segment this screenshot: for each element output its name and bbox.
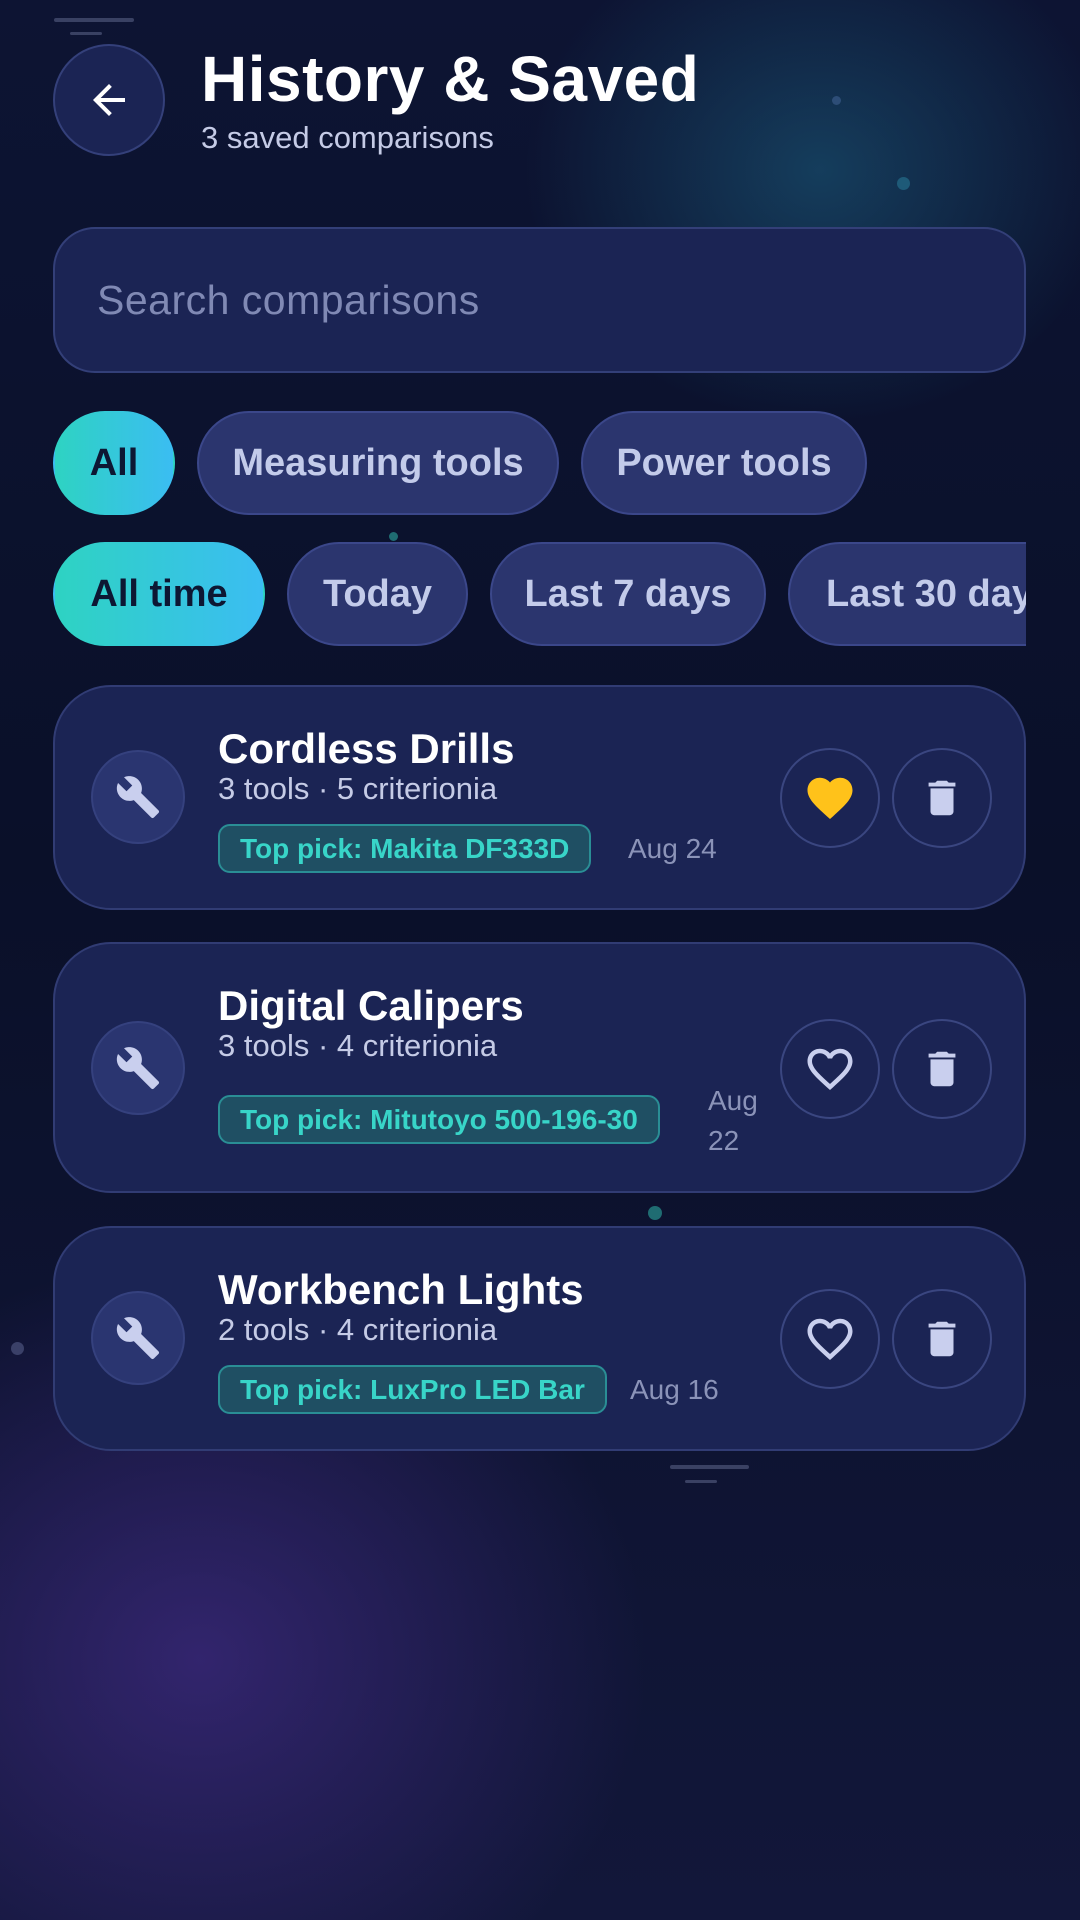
delete-button[interactable] (892, 1289, 992, 1389)
wrench-icon (116, 1047, 160, 1090)
top-pick-badge: Top pick: LuxPro LED Bar (218, 1365, 607, 1414)
card-icon-circle (91, 1021, 185, 1115)
comparison-card[interactable]: Digital Calipers 3 tools · 4 criterionia… (53, 942, 1026, 1193)
search-box (53, 227, 1026, 373)
decor-dot (389, 532, 398, 541)
chip-category-measuring-tools[interactable]: Measuring tools (197, 411, 559, 515)
favorite-button[interactable] (780, 748, 880, 848)
page-title: History & Saved (201, 43, 700, 115)
comparison-card[interactable]: Workbench Lights 2 tools · 4 criterionia… (53, 1226, 1026, 1451)
card-date: Aug 24 (628, 833, 717, 864)
search-input[interactable] (55, 229, 1024, 371)
card-meta: 3 tools · 5 criterionia (218, 771, 498, 806)
card-meta: 3 tools · 4 criterionia (218, 1028, 498, 1063)
trash-icon (928, 1321, 956, 1357)
card-date: Aug 16 (630, 1374, 719, 1405)
decor-dot (897, 177, 910, 190)
decor-line (685, 1480, 717, 1483)
heart-outline-icon (807, 1048, 853, 1091)
card-meta: 2 tools · 4 criterionia (218, 1312, 498, 1347)
top-pick-badge: Top pick: Mitutoyo 500-196-30 (218, 1095, 660, 1144)
wrench-icon (116, 1317, 160, 1360)
delete-button[interactable] (892, 748, 992, 848)
favorite-button[interactable] (780, 1289, 880, 1389)
chip-time-today[interactable]: Today (287, 542, 468, 646)
arrow-left-icon (93, 84, 125, 116)
chip-category-all[interactable]: All (53, 411, 175, 515)
card-title: Digital Calipers (218, 982, 524, 1029)
delete-button[interactable] (892, 1019, 992, 1119)
decor-line (670, 1465, 749, 1469)
card-title: Cordless Drills (218, 725, 515, 772)
heart-outline-icon (807, 1318, 853, 1361)
top-pick-badge: Top pick: Makita DF333D (218, 824, 592, 873)
comparison-card[interactable]: Cordless Drills 3 tools · 5 criterionia … (53, 685, 1026, 910)
back-button[interactable] (53, 44, 165, 156)
chip-time-last-30-days[interactable]: Last 30 days (788, 542, 1026, 646)
favorite-button[interactable] (780, 1019, 880, 1119)
decor-line (54, 18, 134, 22)
card-date: Aug 22 (708, 1085, 758, 1156)
decor-dot (11, 1342, 24, 1355)
card-icon-circle (91, 750, 185, 844)
decor-line (70, 32, 102, 35)
chip-time-last-7-days[interactable]: Last 7 days (490, 542, 766, 646)
wrench-icon (116, 776, 160, 819)
time-filter-row: All time Today Last 7 days Last 30 days (53, 542, 1026, 646)
decor-dot (648, 1206, 662, 1220)
decor-dot (832, 96, 841, 105)
chip-category-power-tools[interactable]: Power tools (581, 411, 867, 515)
card-icon-circle (91, 1291, 185, 1385)
category-filter-row: All Measuring tools Power tools (53, 411, 867, 515)
trash-icon (928, 1051, 956, 1087)
card-title: Workbench Lights (218, 1266, 584, 1313)
heart-filled-icon (807, 777, 853, 820)
page-subtitle: 3 saved comparisons (201, 120, 494, 155)
trash-icon (928, 780, 956, 816)
chip-time-all-time[interactable]: All time (53, 542, 265, 646)
